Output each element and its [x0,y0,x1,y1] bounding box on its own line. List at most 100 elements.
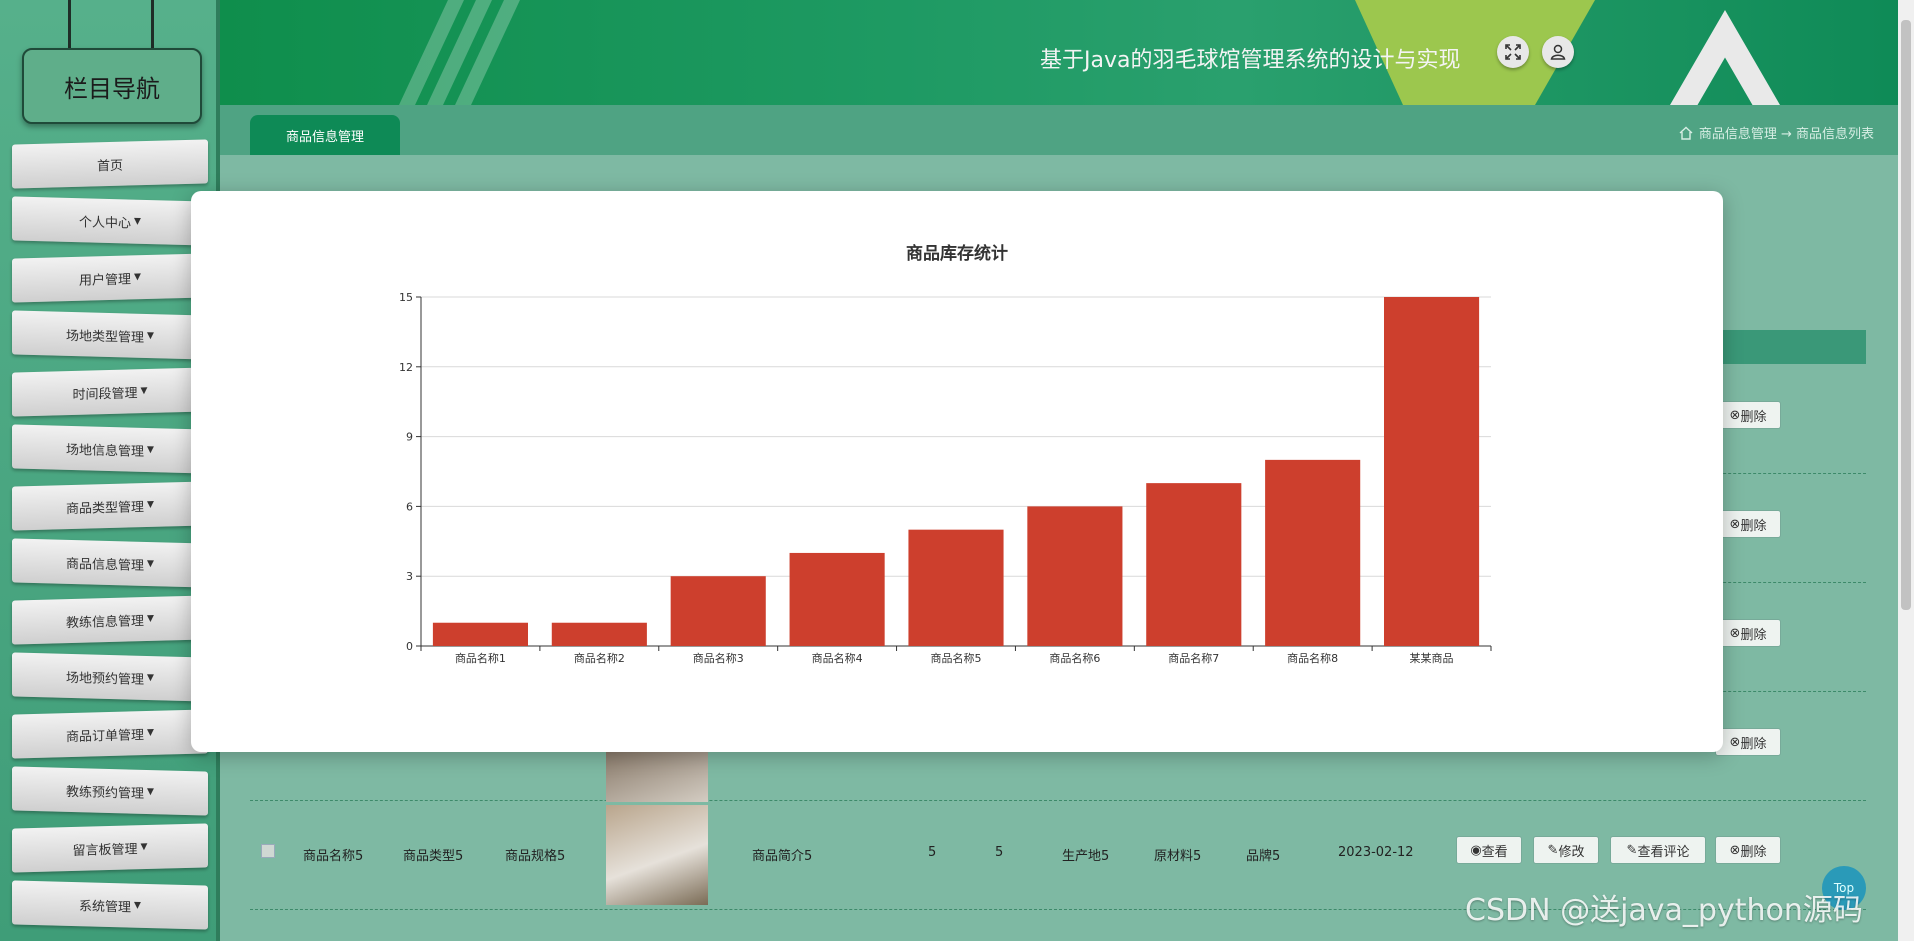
bar-chart: 0 3 6 9 12 15 商品名称1 商品名称2 商品名称3 商品名称4 商品名称5 商品名称6 商品… [399,291,1492,665]
cell-value: 5 [995,845,1004,860]
bar [670,576,766,646]
delete-button[interactable]: ⊗ 删除 [1715,510,1781,538]
watermark: CSDN @送java_python源码 [1465,893,1863,928]
caret-down-icon: ▼ [147,444,154,456]
breadcrumb-text: 商品信息管理 → 商品信息列表 [1698,127,1874,142]
fullscreen-button[interactable] [1497,36,1529,68]
hanger-rope [68,0,71,50]
user-button[interactable] [1542,36,1574,68]
sidebar-item[interactable]: 商品订单管理 ▼ [12,709,208,759]
x-tick-label: 商品名称8 [1287,651,1338,665]
cell-value: 5 [928,845,937,860]
sidebar-item-label: 商品类型管理 [66,499,145,517]
sidebar-item-label: 商品信息管理 [66,556,145,574]
y-tick-label: 0 [406,640,413,653]
hanger-rope [151,0,154,50]
caret-down-icon: ▼ [134,216,141,227]
nav-title-board: 栏目导航 [22,48,202,124]
caret-down-icon: ▼ [147,558,154,570]
sidebar-item[interactable]: 场地类型管理 ▼ [12,310,208,360]
bar [789,552,885,646]
sidebar-item-label: 场地预约管理 [66,670,145,688]
bar [1146,483,1242,646]
cell-spec: 商品规格5 [505,849,566,864]
delete-button[interactable]: ⊗ 删除 [1715,728,1781,756]
cell-type: 商品类型5 [403,849,464,864]
caret-down-icon: ▼ [147,613,154,625]
sidebar-item-label: 教练预约管理 [66,784,145,802]
sidebar-item-label: 用户管理 [79,271,132,289]
sidebar-item[interactable]: 教练预约管理 ▼ [12,766,208,816]
caret-down-icon: ▼ [134,272,141,283]
sidebar-item[interactable]: 场地信息管理 ▼ [12,424,208,474]
sidebar-item[interactable]: 系统管理 ▼ [12,880,208,930]
x-tick-label: 商品名称1 [455,651,506,665]
caret-down-icon: ▼ [134,900,141,911]
sidebar-item-label: 留言板管理 [72,841,138,859]
cell-date: 2023-02-12 [1338,845,1414,860]
product-image [606,752,708,802]
bar [551,622,647,646]
bar [908,529,1004,646]
user-icon [1550,44,1566,60]
delete-button[interactable]: ⊗ 删除 [1715,836,1781,864]
y-tick-label: 3 [406,570,413,583]
sidebar-item[interactable]: 留言板管理 ▼ [12,823,208,873]
sidebar-item[interactable]: 场地预约管理 ▼ [12,652,208,702]
sidebar-item-label: 场地信息管理 [66,442,145,460]
header: 基于Java的羽毛球馆管理系统的设计与实现 [220,0,1914,105]
sidebar-item-label: 时间段管理 [72,385,138,403]
sidebar-item-label: 场地类型管理 [66,328,145,346]
sidebar-item[interactable]: 商品类型管理 ▼ [12,481,208,531]
sidebar-menu: 首页 个人中心 ▼ 用户管理 ▼ 场地类型管理 ▼ 时间段管理 ▼ 场地信息管理 ▼ 商品类型管理 ▼ 商… [12,139,208,940]
sidebar-item-label: 商品订单管理 [66,727,145,745]
x-tick-label: 商品名称2 [574,651,625,665]
x-tick-label: 商品名称6 [1049,651,1100,665]
cell-material: 原材料5 [1154,849,1202,864]
view-button[interactable]: ◉ 查看 [1456,836,1522,864]
sidebar: 栏目导航 首页 个人中心 ▼ 用户管理 ▼ 场地类型管理 ▼ 时间段管理 ▼ 场地信息管理 ▼ 商品类… [0,0,220,941]
sidebar-item[interactable]: 商品信息管理 ▼ [12,538,208,588]
caret-down-icon: ▼ [147,727,154,739]
system-title: 基于Java的羽毛球馆管理系统的设计与实现 [1040,48,1461,73]
y-tick-label: 9 [406,431,413,444]
cell-origin: 生产地5 [1062,849,1110,864]
x-tick-label: 某某商品 [1410,651,1454,665]
table-row [250,800,1866,801]
x-tick-label: 商品名称3 [693,651,744,665]
edit-button[interactable]: ✎ 修改 [1533,836,1599,864]
sidebar-item-label: 系统管理 [79,898,132,916]
sidebar-item[interactable]: 首页 [12,139,208,189]
sidebar-item[interactable]: 个人中心 ▼ [12,196,208,246]
sidebar-item-label: 教练信息管理 [66,613,145,631]
bar [1027,506,1123,646]
scrollbar-thumb[interactable] [1901,20,1911,610]
cell-intro: 商品简介5 [752,849,813,864]
stats-modal: 商品库存统计 0 3 6 9 12 15 商品名称1 商品名称2 商品名称3 商品名称4 商品名称5… [191,191,1723,752]
delete-button[interactable]: ⊗ 删除 [1715,619,1781,647]
sidebar-item-label: 个人中心 [79,214,132,232]
view-comments-button[interactable]: ✎ 查看评论 [1610,836,1706,864]
nav-title: 栏目导航 [64,74,160,103]
y-tick-label: 6 [406,500,413,513]
caret-down-icon: ▼ [147,499,154,511]
sidebar-item[interactable]: 时间段管理 ▼ [12,367,208,417]
y-tick-label: 12 [399,361,413,374]
caret-down-icon: ▼ [147,330,154,342]
row-checkbox[interactable] [261,844,275,858]
sidebar-item[interactable]: 教练信息管理 ▼ [12,595,208,645]
cell-name: 商品名称5 [303,849,364,864]
tab-goods-info[interactable]: 商品信息管理 [250,115,400,155]
header-logo-shape [1670,10,1780,105]
fullscreen-icon [1505,44,1521,60]
caret-down-icon: ▼ [140,842,148,853]
cell-brand: 品牌5 [1246,849,1281,864]
product-image [606,805,708,905]
sidebar-item[interactable]: 用户管理 ▼ [12,253,208,303]
home-icon[interactable] [1679,126,1693,140]
delete-button[interactable]: ⊗ 删除 [1715,401,1781,429]
caret-down-icon: ▼ [147,786,154,798]
y-tick-label: 15 [399,291,413,304]
x-tick-label: 商品名称4 [812,651,863,665]
tab-bar: 商品信息管理 商品信息管理 → 商品信息列表 [220,105,1914,155]
